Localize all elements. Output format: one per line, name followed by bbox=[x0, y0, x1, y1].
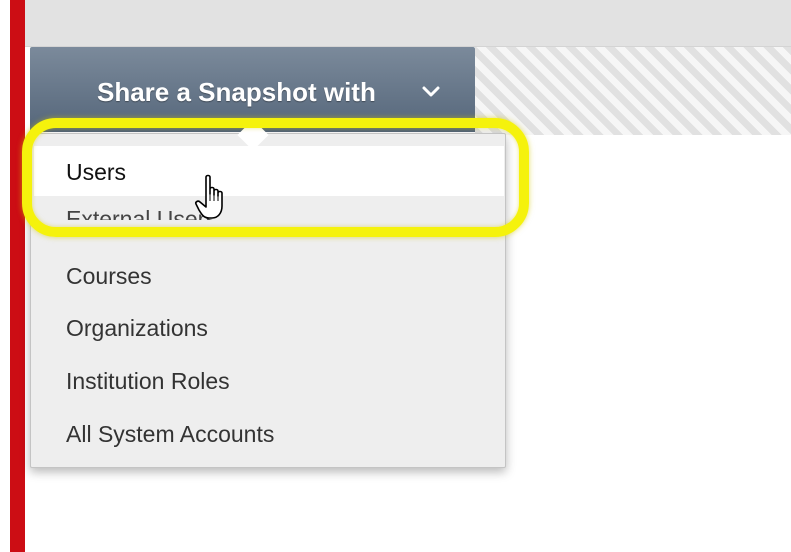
share-snapshot-label: Share a Snapshot with bbox=[97, 77, 376, 107]
top-header-band bbox=[25, 0, 791, 47]
left-accent-bar bbox=[10, 0, 25, 552]
striped-tab-area bbox=[475, 47, 791, 135]
chevron-down-icon[interactable] bbox=[420, 80, 442, 102]
menu-item-courses[interactable]: Courses bbox=[66, 260, 152, 292]
menu-item-organizations[interactable]: Organizations bbox=[66, 312, 208, 344]
hand-pointer-icon bbox=[195, 174, 223, 219]
menu-item-all-system-accounts[interactable]: All System Accounts bbox=[66, 418, 274, 450]
menu-item-institution-roles[interactable]: Institution Roles bbox=[66, 365, 230, 397]
left-edge bbox=[0, 0, 10, 552]
highlight-annotation bbox=[22, 118, 529, 237]
